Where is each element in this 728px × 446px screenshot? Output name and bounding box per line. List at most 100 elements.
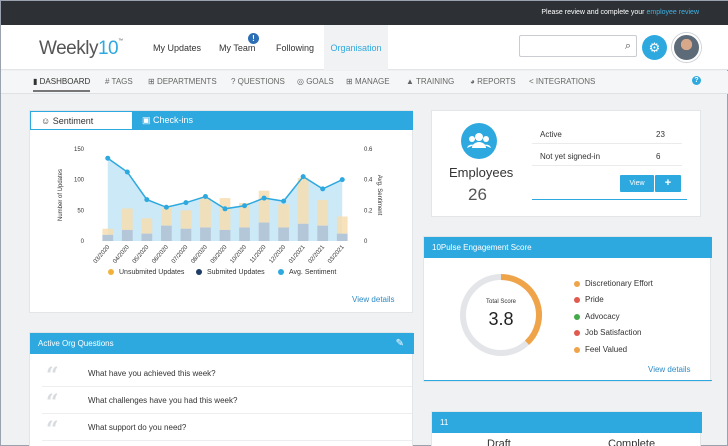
y2-tick-label: 0.4	[364, 178, 373, 184]
notification-bar: Please review and complete your employee…	[1, 1, 728, 25]
add-employee-button[interactable]: +	[655, 175, 681, 192]
y2-tick-label: 0.6	[364, 147, 373, 153]
sentiment-point	[281, 198, 287, 204]
bar-submitted	[200, 227, 211, 241]
header: Weekly10™ My Updates My Team ! Following…	[1, 25, 728, 70]
search-icon[interactable]: ⌕	[625, 40, 631, 53]
question-item[interactable]: “What have you achieved this week?	[42, 361, 412, 389]
sentiment-chart: 150 100 50 0 0.6 0.4 0.2 0 Number of Updates Avg.…	[58, 147, 382, 265]
sentiment-point	[183, 200, 189, 206]
sentiment-point	[105, 155, 111, 161]
view-employees-button[interactable]: View	[620, 175, 654, 192]
question-icon: ?	[231, 77, 238, 86]
question-item[interactable]: “What support do you need?	[42, 415, 412, 443]
employees-card: Employees 26 Active 23 Not yet signed-in 6…	[431, 110, 701, 217]
sentiment-card: ☺ Sentiment ▣ Check-ins 150 100 50 0 0.6 0.4 0…	[29, 110, 413, 313]
bar-submitted	[317, 225, 329, 241]
subnav-tags[interactable]: # TAGS	[105, 77, 133, 86]
subnav-manage[interactable]: ⊞ MANAGE	[346, 77, 390, 86]
quote-icon: “	[46, 417, 59, 443]
sub-navigation: ▮ DASHBOARD # TAGS ⊞ DEPARTMENTS ? QUEST…	[1, 71, 728, 94]
y2-tick-label: 0.2	[364, 208, 373, 214]
x-tick-label: 04/2020	[112, 244, 131, 265]
active-row: Active 23	[532, 123, 682, 144]
x-tick-label: 01/2021	[288, 244, 307, 265]
y-tick-label: 0	[81, 239, 85, 245]
gear-icon: ⚙	[648, 40, 661, 55]
pulse-view-details-link[interactable]: View details	[648, 365, 691, 374]
x-tick-label: 11/2020	[249, 244, 268, 265]
pulse-item-feel-valued[interactable]: Feel Valued	[574, 345, 627, 354]
settings-button[interactable]: ⚙	[642, 35, 667, 60]
nav-my-team[interactable]: My Team	[219, 43, 255, 53]
bar-unsubmitted	[317, 199, 329, 226]
pulse-header: 10Pulse Engagement Score	[424, 237, 712, 258]
bar-submitted	[336, 233, 348, 241]
edit-icon[interactable]: ✎	[396, 338, 404, 349]
nav-organisation[interactable]: Organisation	[324, 25, 388, 70]
subnav-reports[interactable]: ◕ REPORTS	[470, 77, 516, 86]
logo-number: 10	[97, 38, 119, 59]
search-input[interactable]: ⌕	[519, 35, 637, 57]
bar-unsubmitted	[278, 204, 289, 228]
subnav-departments[interactable]: ⊞ DEPARTMENTS	[148, 77, 217, 86]
nav-following[interactable]: Following	[276, 43, 314, 53]
legend-sentiment: Avg. Sentiment	[278, 269, 336, 276]
subnav-goals[interactable]: ◎ GOALS	[297, 77, 334, 86]
y-tick-label: 50	[77, 208, 84, 214]
sentiment-view-details-link[interactable]: View details	[352, 295, 395, 304]
pulse-item-effort[interactable]: Discretionary Effort	[574, 279, 653, 288]
divider	[532, 199, 687, 200]
x-tick-label: 09/2020	[210, 244, 229, 265]
quote-icon: “	[46, 363, 59, 389]
bar-submitted	[219, 229, 231, 241]
subnav-training[interactable]: ▲ TRAINING	[406, 77, 454, 86]
subnav-questions[interactable]: ? QUESTIONS	[231, 77, 285, 86]
logo[interactable]: Weekly10™	[39, 38, 123, 60]
pulse-item-job-satisfaction[interactable]: Job Satisfaction	[574, 328, 641, 337]
x-tick-label: 05/2020	[132, 244, 151, 265]
y2-axis-label: Avg. Sentiment	[376, 175, 382, 216]
bar-submitted	[258, 222, 270, 241]
tab-checkins[interactable]: ▣ Check-ins	[142, 115, 193, 126]
subnav-integrations[interactable]: < INTEGRATIONS	[529, 77, 595, 86]
questions-card: Active Org Questions ✎ “What have you ac…	[29, 332, 414, 446]
y-axis-label: Number of Updates	[58, 169, 64, 221]
help-icon[interactable]: ?	[692, 76, 701, 85]
bar-submitted	[121, 229, 133, 241]
sentiment-point	[222, 206, 228, 212]
notification-text: Please review and complete your	[541, 9, 645, 16]
sentiment-point	[339, 177, 345, 183]
total-score-value: 3.8	[488, 309, 514, 329]
bar-submitted	[161, 225, 172, 241]
sentiment-point	[144, 197, 150, 203]
share-icon: <	[529, 77, 536, 86]
question-item[interactable]: “What challenges have you had this week?	[42, 388, 412, 416]
y-tick-label: 150	[74, 147, 85, 153]
employee-review-link[interactable]: employee review	[646, 9, 699, 16]
subnav-dashboard[interactable]: ▮ DASHBOARD	[33, 77, 91, 92]
bar-submitted	[239, 227, 250, 241]
tab-sentiment[interactable]: ☺ Sentiment	[30, 111, 133, 130]
bar-submitted	[297, 223, 309, 241]
bar-unsubmitted	[297, 177, 309, 224]
bar-unsubmitted	[219, 198, 231, 230]
complete-label: Complete	[608, 438, 656, 446]
questions-header: Active Org Questions	[30, 333, 414, 354]
bar-unsubmitted	[102, 228, 114, 235]
avatar[interactable]	[672, 33, 701, 62]
sentiment-point	[320, 186, 326, 192]
sentiment-point	[261, 195, 267, 201]
nav-my-updates[interactable]: My Updates	[153, 43, 201, 53]
draft-label: Draft	[487, 438, 511, 446]
logo-tm: ™	[118, 38, 123, 44]
bar-submitted	[278, 227, 289, 241]
pulse-item-pride[interactable]: Pride	[574, 295, 604, 304]
sentiment-point	[163, 204, 169, 210]
pie-chart-icon: ◕	[470, 77, 478, 86]
logo-text: Weekly	[39, 38, 98, 59]
employees-title: Employees	[449, 165, 514, 180]
x-tick-label: 02/2021	[308, 244, 327, 265]
sentiment-point	[202, 194, 208, 200]
pulse-item-advocacy[interactable]: Advocacy	[574, 312, 620, 321]
